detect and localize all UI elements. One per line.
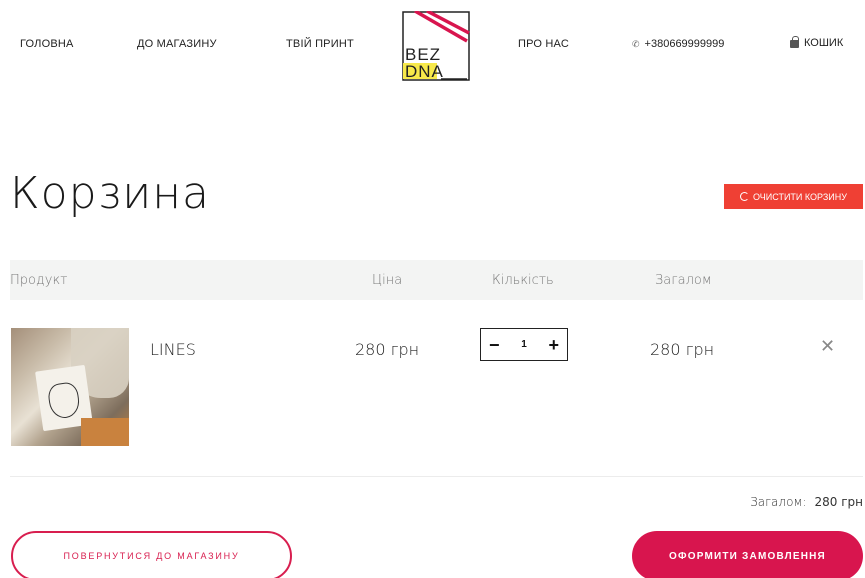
column-product: Продукт — [10, 273, 68, 288]
clear-cart-label: ОЧИСТИТИ КОРЗИНУ — [753, 191, 847, 202]
close-icon[interactable]: ✕ — [820, 336, 835, 357]
total-value: 280 грн — [814, 495, 864, 509]
nav-about[interactable]: ПРО НАС — [518, 38, 569, 50]
quantity-value[interactable]: 1 — [521, 339, 527, 350]
back-to-shop-button[interactable]: ПОВЕРНУТИСЯ ДО МАГАЗИНУ — [11, 531, 292, 578]
cart-table-header: Продукт Ціна Кількість Загалом — [10, 260, 863, 300]
checkout-button[interactable]: ОФОРМИТИ ЗАМОВЛЕННЯ — [632, 531, 863, 578]
cart-label: КОШИК — [804, 37, 844, 49]
total-label: Загалом: — [750, 495, 807, 509]
logo-text-bottom: DNA — [405, 62, 444, 81]
product-name[interactable]: LINES — [150, 340, 196, 359]
clear-cart-button[interactable]: ОЧИСТИТИ КОРЗИНУ — [724, 184, 863, 209]
divider — [10, 476, 863, 477]
page-title: Корзина — [10, 168, 210, 219]
minus-icon[interactable]: − — [489, 336, 500, 354]
column-price: Ціна — [372, 273, 403, 288]
brand-logo[interactable]: BEZ DNA — [401, 9, 471, 83]
nav-your-print[interactable]: ТВІЙ ПРИНТ — [286, 38, 354, 50]
quantity-stepper: − 1 + — [480, 328, 568, 361]
bag-icon — [790, 36, 799, 48]
cart-total: Загалом: 280 грн — [750, 495, 863, 509]
phone-link[interactable]: ✆ +380669999999 — [632, 38, 724, 50]
phone-icon: ✆ — [632, 38, 640, 49]
column-quantity: Кількість — [492, 273, 554, 288]
nav-home[interactable]: ГОЛОВНА — [20, 38, 74, 50]
product-image[interactable] — [11, 328, 129, 446]
cart-link[interactable]: КОШИК — [790, 36, 844, 49]
row-total: 280 грн — [650, 340, 715, 359]
site-header: ГОЛОВНА ДО МАГАЗИНУ ТВІЙ ПРИНТ BEZ DNA П… — [0, 0, 865, 95]
column-total: Загалом — [655, 273, 712, 288]
nav-shop[interactable]: ДО МАГАЗИНУ — [137, 38, 217, 50]
plus-icon[interactable]: + — [548, 336, 559, 354]
refresh-icon — [740, 192, 749, 201]
product-price: 280 грн — [355, 340, 420, 359]
phone-number: +380669999999 — [644, 38, 725, 50]
